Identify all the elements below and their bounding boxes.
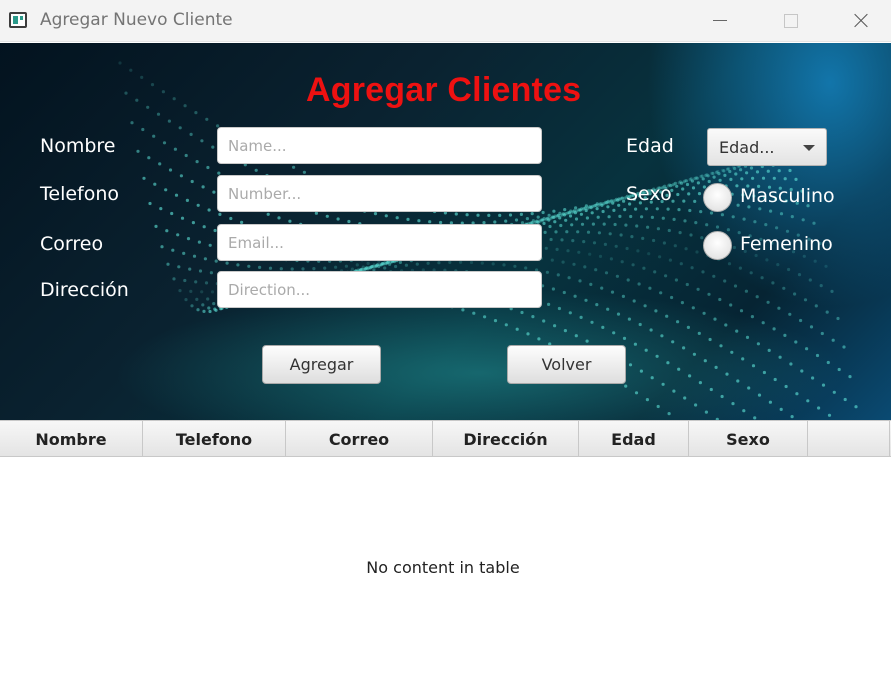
column-header-edad[interactable]: Edad xyxy=(579,421,689,457)
nombre-label: Nombre xyxy=(40,135,116,157)
femenino-radio-label[interactable]: Femenino xyxy=(740,233,833,255)
window-title: Agregar Nuevo Cliente xyxy=(40,10,233,30)
volver-button[interactable]: Volver xyxy=(507,345,626,384)
sexo-label: Sexo xyxy=(626,183,672,205)
edad-dropdown[interactable]: Edad... xyxy=(707,128,827,166)
minimize-icon[interactable] xyxy=(697,0,743,42)
masculino-radio-label[interactable]: Masculino xyxy=(740,185,835,207)
column-header-correo[interactable]: Correo xyxy=(286,421,433,457)
table-body[interactable]: No content in table xyxy=(0,458,891,679)
femenino-radio[interactable] xyxy=(703,231,732,260)
edad-label: Edad xyxy=(626,135,674,157)
telefono-input[interactable] xyxy=(217,175,542,212)
nombre-input[interactable] xyxy=(217,127,542,164)
column-header-sexo[interactable]: Sexo xyxy=(689,421,808,457)
page-title: Agregar Clientes xyxy=(306,71,582,109)
window-titlebar: Agregar Nuevo Cliente xyxy=(0,0,891,42)
correo-label: Correo xyxy=(40,233,104,255)
close-icon[interactable] xyxy=(838,0,884,42)
app-icon xyxy=(9,12,27,28)
edad-dropdown-value: Edad... xyxy=(719,138,775,157)
maximize-icon[interactable] xyxy=(767,0,813,42)
direccion-input[interactable] xyxy=(217,271,542,308)
correo-input[interactable] xyxy=(217,224,542,261)
table-header: Nombre Telefono Correo Dirección Edad Se… xyxy=(0,420,891,457)
column-header-telefono[interactable]: Telefono xyxy=(143,421,286,457)
column-header-direccion[interactable]: Dirección xyxy=(433,421,579,457)
masculino-radio[interactable] xyxy=(703,183,732,212)
telefono-label: Telefono xyxy=(40,183,120,205)
column-header-nombre[interactable]: Nombre xyxy=(0,421,143,457)
agregar-button[interactable]: Agregar xyxy=(262,345,381,384)
form-panel: Agregar Clientes Nombre Telefono Correo … xyxy=(0,43,891,420)
empty-table-message: No content in table xyxy=(366,558,520,577)
column-header-filler xyxy=(808,421,890,457)
direccion-label: Dirección xyxy=(40,279,129,301)
chevron-down-icon xyxy=(803,145,815,151)
